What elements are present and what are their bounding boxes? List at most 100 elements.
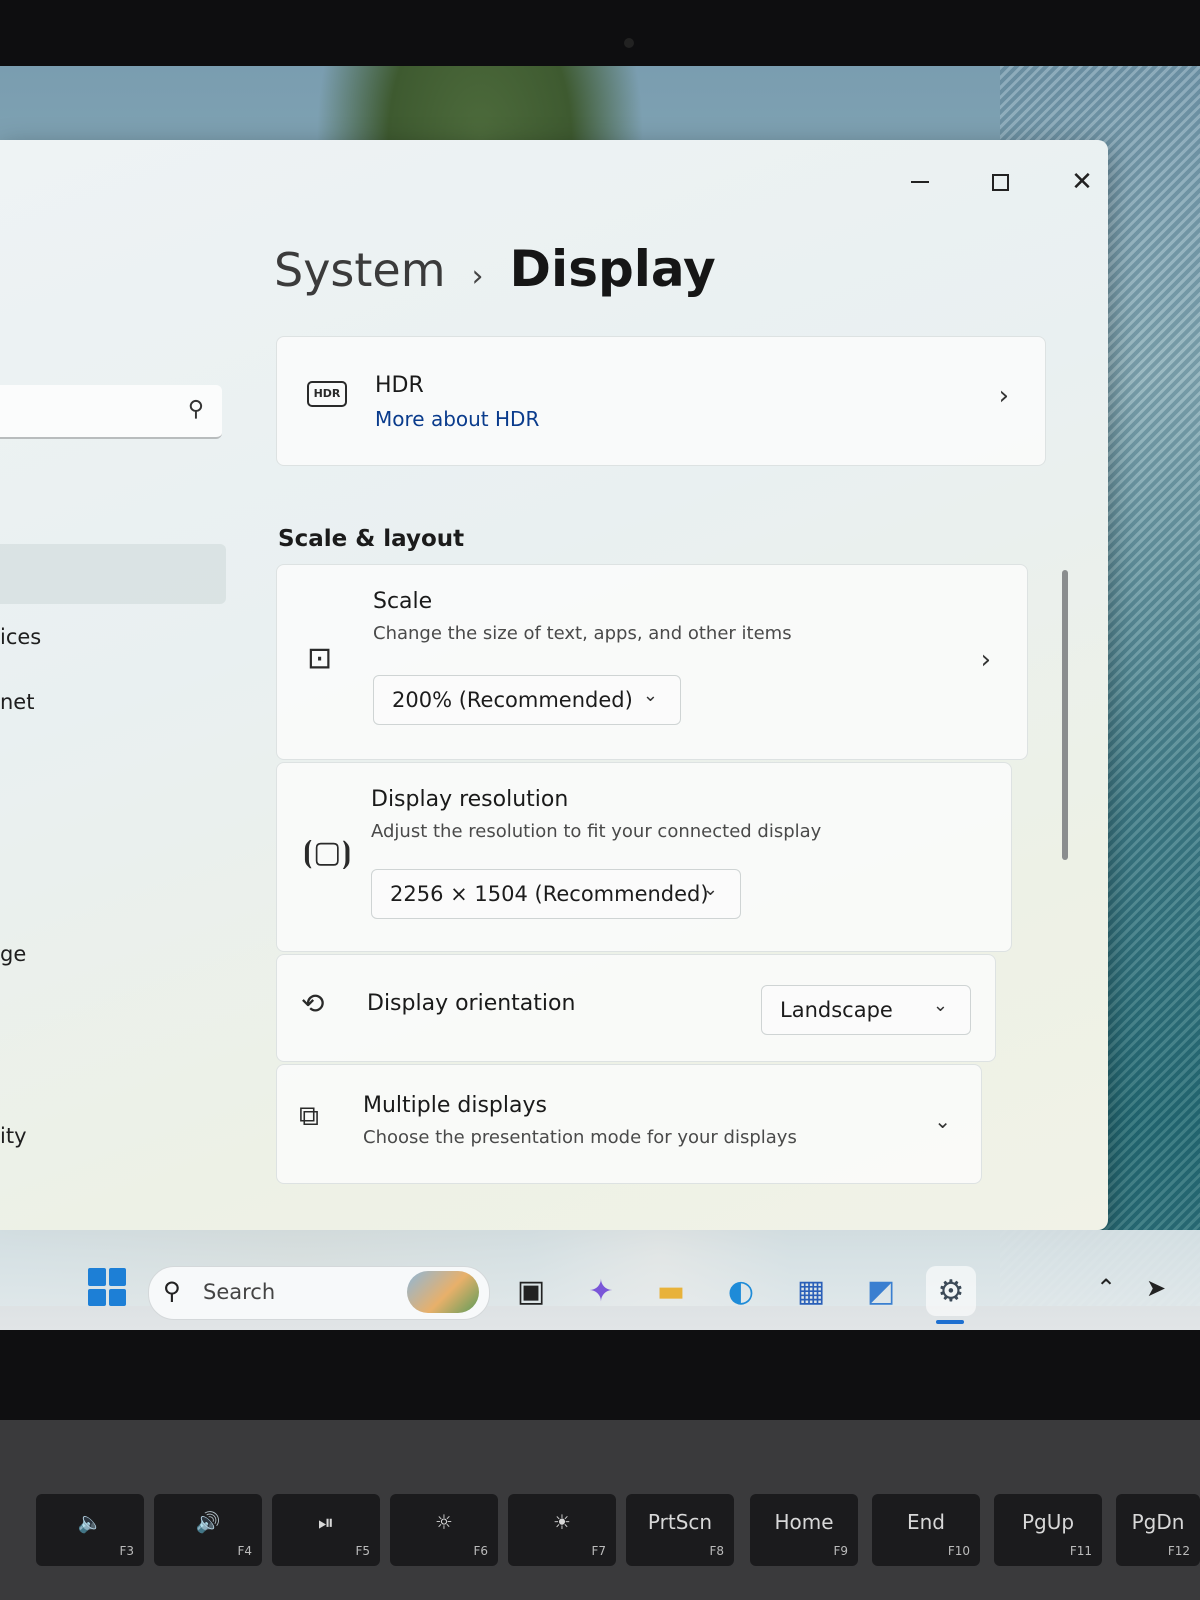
scrollbar[interactable] [1062,570,1068,860]
chevron-down-icon: ⌄ [932,995,948,1016]
multiple-displays-title: Multiple displays [363,1093,547,1118]
search-icon: ⚲ [187,397,204,422]
taskbar-search[interactable]: ⚲ Search [148,1266,490,1320]
scale-title: Scale [373,589,433,614]
hdr-card[interactable]: HDR HDR More about HDR › [276,336,1046,466]
maximize-icon [991,173,1009,191]
breadcrumb: System › Display [274,240,716,298]
resolution-title: Display resolution [371,787,569,812]
windows-logo-icon [108,1268,126,1286]
more-about-hdr-link[interactable]: More about HDR [375,407,539,431]
file-explorer-icon[interactable]: ▬ [646,1266,696,1316]
scale-dropdown-value: 200% (Recommended) [392,688,633,712]
windows-logo-icon [108,1288,126,1306]
page-title: Display [509,240,716,298]
key-label: Home [774,1510,834,1534]
keyboard: 🔈 F3 🔊 F4 ⏯ F5 ☼ F6 ☀ F7 PrtScn F8 Home F9 End F… [0,1420,1200,1600]
orientation-title: Display orientation [367,991,576,1016]
scale-card[interactable]: ⊡ Scale Change the size of text, apps, a… [276,564,1028,760]
key-fn-label: F8 [709,1544,724,1558]
search-icon: ⚲ [163,1277,181,1305]
task-view-icon[interactable]: ▣ [506,1266,556,1316]
brightness-up-icon: ☀ [553,1510,571,1534]
taskbar-search-label: Search [203,1280,276,1304]
sidebar-item-language[interactable]: ge [0,942,26,966]
close-icon: ✕ [1071,167,1093,197]
key-fn-label: F6 [473,1544,488,1558]
screen-bezel-top [0,0,1200,70]
key-fn-label: F11 [1069,1544,1092,1558]
key-f6[interactable]: ☼ F6 [390,1494,498,1566]
display-resolution-card: ⦗▢⦘ Display resolution Adjust the resolu… [276,762,1012,952]
sidebar-item-accessibility[interactable]: ity [0,1124,27,1148]
chevron-down-icon: ⌄ [702,879,718,900]
multiple-displays-subtitle: Choose the presentation mode for your di… [363,1127,797,1148]
breadcrumb-system[interactable]: System [274,243,446,297]
key-end[interactable]: End F10 [872,1494,980,1566]
minimize-button[interactable] [900,162,940,202]
resolution-icon: ⦗▢⦘ [303,835,352,870]
windows-logo-icon [88,1268,106,1286]
key-pgup[interactable]: PgUp F11 [994,1494,1102,1566]
chevron-right-icon: › [998,381,1009,411]
orientation-dropdown-value: Landscape [780,998,893,1022]
key-fn-label: F4 [237,1544,252,1558]
search-highlight-icon[interactable] [407,1271,479,1313]
scale-dropdown[interactable]: 200% (Recommended) ⌄ [373,675,681,725]
settings-window: ✕ System › Display ⚲ ices net ge ity HDR… [0,140,1108,1230]
settings-app-icon[interactable]: ⚙ [926,1266,976,1316]
key-fn-label: F7 [591,1544,606,1558]
play-pause-icon: ⏯ [318,1510,334,1534]
key-fn-label: F12 [1167,1544,1190,1558]
app-icon[interactable]: ◩ [856,1266,906,1316]
resolution-dropdown-value: 2256 × 1504 (Recommended) [390,882,709,906]
orientation-dropdown[interactable]: Landscape ⌄ [761,985,971,1035]
key-f5[interactable]: ⏯ F5 [272,1494,380,1566]
edge-browser-icon[interactable]: ◐ [716,1266,766,1316]
copilot-icon[interactable]: ✦ [576,1266,626,1316]
resolution-subtitle: Adjust the resolution to fit your connec… [371,821,822,842]
chevron-down-icon: ⌄ [642,685,658,706]
multiple-displays-icon: ⧉ [299,1099,319,1132]
key-label: PgUp [1021,1510,1075,1534]
chevron-up-icon[interactable]: ⌃ [1096,1274,1116,1302]
volume-up-icon: 🔊 [195,1510,221,1534]
taskbar: ⚲ Search ▣ ✦ ▬ ◐ ▦ ◩ ⚙ ⌃ ➤ [0,1230,1200,1330]
store-icon[interactable]: ▦ [786,1266,836,1316]
key-fn-label: F5 [355,1544,370,1558]
scale-subtitle: Change the size of text, apps, and other… [373,623,792,644]
start-button[interactable] [88,1268,126,1306]
key-label: PgDn [1131,1510,1185,1534]
chevron-down-icon: ⌄ [934,1109,951,1133]
breadcrumb-separator: › [471,259,484,294]
windows-logo-icon [88,1288,106,1306]
find-setting-input[interactable]: ⚲ [0,385,222,439]
section-title-scale-layout: Scale & layout [278,526,465,552]
key-prtscn[interactable]: PrtScn F8 [626,1494,734,1566]
orientation-icon: ⟲ [301,987,325,1020]
key-home[interactable]: Home F9 [750,1494,858,1566]
sidebar-item-network[interactable]: net [0,690,34,714]
key-label: End [906,1510,945,1534]
close-button[interactable]: ✕ [1062,162,1102,202]
display-orientation-card: ⟲ Display orientation Landscape ⌄ [276,954,996,1062]
key-fn-label: F3 [119,1544,134,1558]
minimize-icon [911,181,929,183]
key-fn-label: F10 [947,1544,970,1558]
location-icon[interactable]: ➤ [1146,1274,1166,1302]
key-fn-label: F9 [833,1544,848,1558]
scale-icon: ⊡ [307,641,333,676]
volume-down-icon: 🔈 [77,1510,103,1534]
sidebar-item-system[interactable] [0,544,226,604]
multiple-displays-card[interactable]: ⧉ Multiple displays Choose the presentat… [276,1064,982,1184]
brightness-down-icon: ☼ [435,1510,453,1534]
active-app-indicator [936,1320,964,1324]
key-f7[interactable]: ☀ F7 [508,1494,616,1566]
key-pgdn[interactable]: PgDn F12 [1116,1494,1200,1566]
key-f4[interactable]: 🔊 F4 [154,1494,262,1566]
key-f3[interactable]: 🔈 F3 [36,1494,144,1566]
maximize-button[interactable] [980,162,1020,202]
sidebar-item-devices[interactable]: ices [0,625,41,649]
hdr-icon: HDR [307,381,347,407]
resolution-dropdown[interactable]: 2256 × 1504 (Recommended) ⌄ [371,869,741,919]
